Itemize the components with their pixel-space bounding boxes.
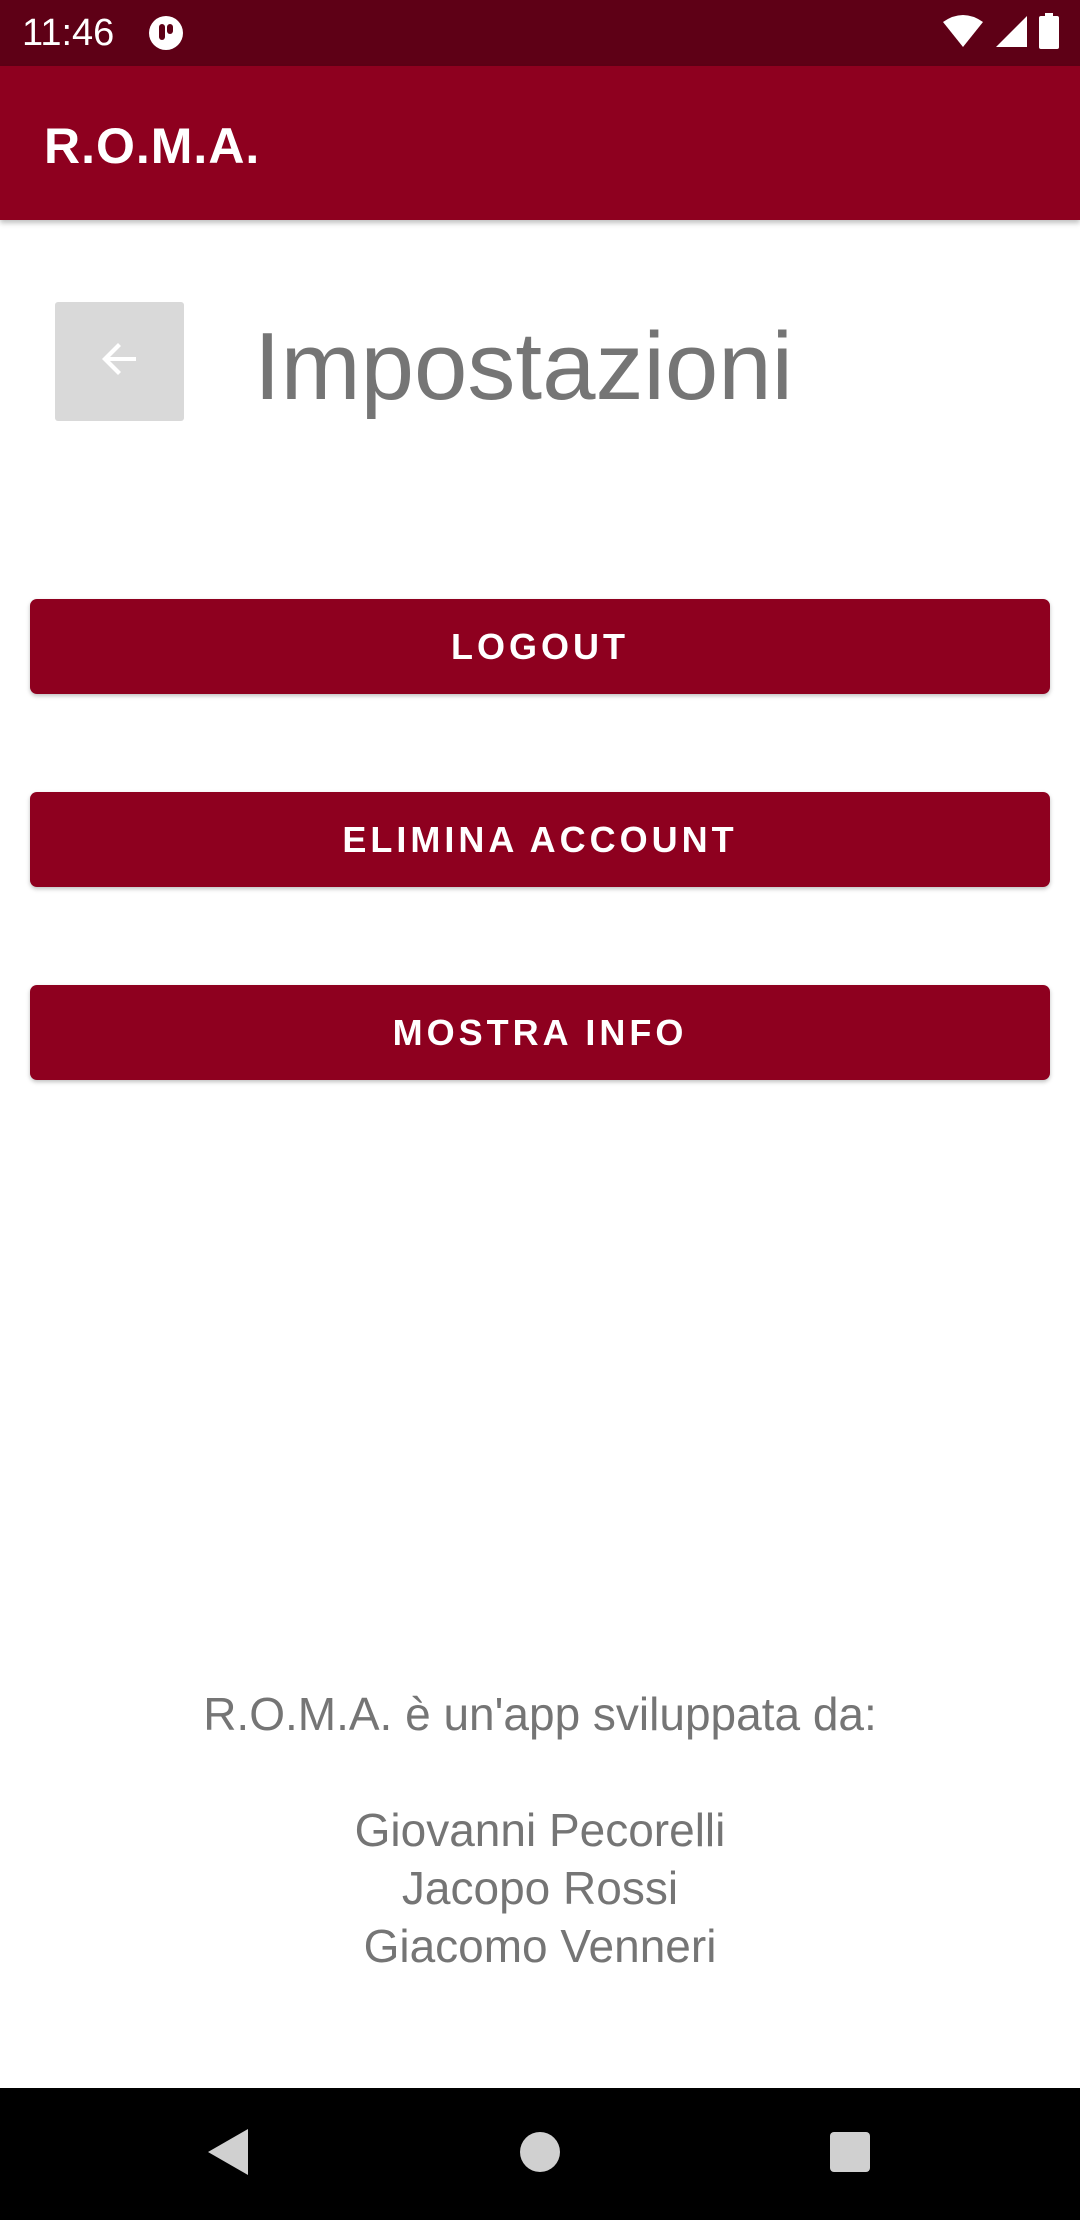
logout-button-label: LOGOUT xyxy=(451,625,629,667)
app-bar: R.O.M.A. xyxy=(0,66,1080,220)
nav-home-button[interactable] xyxy=(504,2118,576,2190)
arrow-back-icon xyxy=(96,335,144,388)
status-icons xyxy=(942,12,1060,54)
status-bar: 11:46 xyxy=(0,0,1080,66)
back-button[interactable] xyxy=(55,302,184,421)
settings-screen: 11:46 R.O.M.A. Impostazioni LOGOUT ELIMI… xyxy=(0,0,1080,2220)
delete-account-button[interactable]: ELIMINA ACCOUNT xyxy=(30,792,1050,887)
system-nav-bar xyxy=(0,2088,1080,2220)
notification-app-icon xyxy=(146,13,186,53)
developer-name: Jacopo Rossi xyxy=(401,1862,679,1914)
logout-button[interactable]: LOGOUT xyxy=(30,599,1050,694)
developer-name: Giovanni Pecorelli xyxy=(354,1804,726,1856)
cell-signal-icon xyxy=(994,14,1028,53)
show-info-button-label: MOSTRA INFO xyxy=(392,1011,688,1053)
show-info-button[interactable]: MOSTRA INFO xyxy=(30,985,1050,1080)
delete-account-button-label: ELIMINA ACCOUNT xyxy=(342,818,738,860)
battery-icon xyxy=(1038,12,1060,54)
page-title: Impostazioni xyxy=(254,313,793,420)
info-intro-text: R.O.M.A. è un'app sviluppata da: xyxy=(203,1688,877,1740)
nav-home-icon xyxy=(518,2130,562,2179)
wifi-icon xyxy=(942,14,984,53)
nav-back-icon xyxy=(206,2127,250,2182)
nav-recents-icon xyxy=(829,2131,871,2178)
developer-name: Giacomo Venneri xyxy=(363,1920,717,1972)
nav-recents-button[interactable] xyxy=(814,2118,886,2190)
nav-back-button[interactable] xyxy=(192,2118,264,2190)
app-title: R.O.M.A. xyxy=(44,118,261,174)
status-time: 11:46 xyxy=(22,12,115,54)
